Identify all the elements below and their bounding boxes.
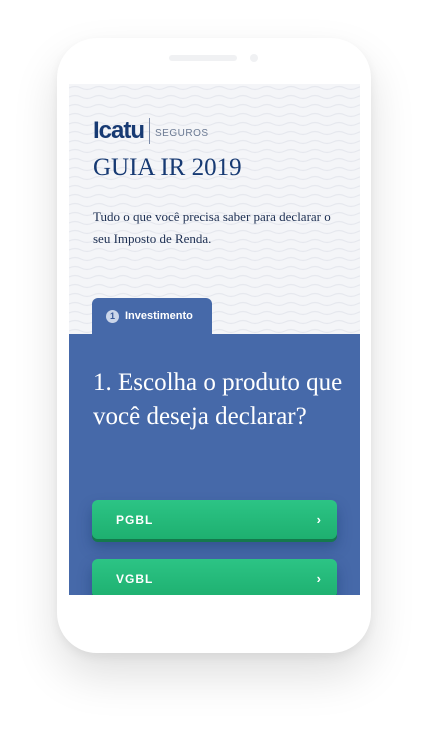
pgbl-option-button[interactable]: PGBL › (92, 500, 337, 539)
app-screen: Icatu SEGUROS GUIA IR 2019 Tudo o que vo… (69, 84, 360, 595)
wave-line (69, 256, 360, 262)
chevron-right-icon: › (316, 512, 321, 527)
wave-line (69, 103, 360, 109)
wave-line (69, 85, 360, 91)
step-tab-investimento[interactable]: 1 Investimento (92, 298, 212, 334)
option-label: PGBL (116, 512, 154, 527)
phone-speaker (169, 55, 237, 61)
wave-line (69, 94, 360, 100)
question-heading: 1. Escolha o produto que você deseja dec… (93, 369, 343, 430)
brand-logo-wordmark: Icatu (93, 117, 145, 144)
brand-logo: Icatu SEGUROS (93, 118, 209, 144)
phone-camera (250, 54, 258, 62)
brand-logo-divider (149, 118, 151, 144)
wave-line (69, 148, 360, 154)
step-number-badge: 1 (106, 309, 119, 323)
chevron-right-icon: › (316, 571, 321, 586)
phone-mockup: Icatu SEGUROS GUIA IR 2019 Tudo o que vo… (57, 38, 371, 653)
wave-line (69, 274, 360, 280)
intro-text: Tudo o que você precisa saber para decla… (93, 209, 331, 246)
step-tab-label: Investimento (125, 310, 193, 322)
wave-line (69, 265, 360, 271)
wave-line (69, 184, 360, 190)
vgbl-option-button[interactable]: VGBL › (92, 559, 337, 595)
brand-logo-suffix: SEGUROS (155, 127, 209, 139)
wave-line (69, 292, 360, 298)
wave-line (69, 283, 360, 289)
option-label: VGBL (116, 571, 154, 586)
page-title: GUIA IR 2019 (93, 154, 242, 181)
wave-line (69, 193, 360, 199)
